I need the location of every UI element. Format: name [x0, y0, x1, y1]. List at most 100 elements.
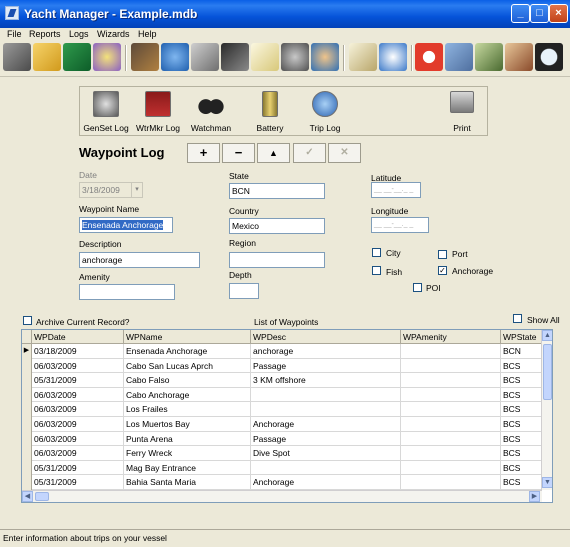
- table-row[interactable]: 06/03/2009 Los Frailes BCS: [22, 402, 542, 417]
- cell-wpdesc[interactable]: Anchorage: [251, 475, 401, 490]
- vertical-scrollbar[interactable]: ▲ ▼: [541, 330, 552, 490]
- menu-reports[interactable]: Reports: [27, 28, 63, 41]
- cell-wpdate[interactable]: 05/31/2009: [32, 460, 124, 476]
- cell-wpstate[interactable]: BCS: [501, 460, 542, 476]
- column-header-wpdesc[interactable]: WPDesc: [251, 330, 401, 344]
- state-field[interactable]: BCN: [229, 183, 325, 199]
- cell-wpamenity[interactable]: [401, 373, 501, 388]
- star-icon[interactable]: [93, 43, 121, 71]
- column-header-wpstate[interactable]: WPState: [501, 330, 542, 344]
- folder-icon[interactable]: [33, 43, 61, 71]
- menu-wizards[interactable]: Wizards: [95, 28, 132, 41]
- scroll-right-icon[interactable]: ▶: [529, 491, 540, 502]
- cell-wpstate[interactable]: BCS: [501, 402, 542, 417]
- cell-wpamenity[interactable]: [401, 358, 501, 374]
- anchorage-checkbox[interactable]: ✓: [438, 266, 447, 275]
- menu-file[interactable]: File: [5, 28, 24, 41]
- move-up-button[interactable]: ▲: [257, 143, 290, 163]
- row-selector[interactable]: [22, 431, 32, 447]
- cell-wpstate[interactable]: BCS: [501, 358, 542, 374]
- engine-icon[interactable]: [281, 43, 309, 71]
- row-selector[interactable]: [22, 417, 32, 432]
- cell-wpname[interactable]: Los Muertos Bay: [124, 417, 251, 432]
- chevron-down-icon[interactable]: ▾: [131, 183, 142, 197]
- table-row[interactable]: ▶ 03/18/2009 Ensenada Anchorage anchorage BC…: [22, 344, 542, 359]
- cell-wpdate[interactable]: 06/03/2009: [32, 417, 124, 432]
- table-row[interactable]: 05/31/2009 Mag Bay Entrance BCS: [22, 460, 542, 476]
- watchman-button[interactable]: Watchman: [186, 89, 236, 135]
- cell-wpname[interactable]: Ferry Wreck: [124, 446, 251, 461]
- cell-wpamenity[interactable]: [401, 387, 501, 403]
- cell-wpdesc[interactable]: anchorage: [251, 344, 401, 359]
- row-selector[interactable]: [22, 402, 32, 417]
- region-field[interactable]: [229, 252, 325, 268]
- row-selector[interactable]: [22, 373, 32, 388]
- cell-wpname[interactable]: Cabo San Lucas Aprch: [124, 358, 251, 374]
- poi-checkbox[interactable]: [413, 283, 422, 292]
- port-checkbox[interactable]: [438, 250, 447, 259]
- cell-wpamenity[interactable]: [401, 417, 501, 432]
- table-row[interactable]: 05/31/2009 Cabo Falso 3 KM offshore BCS: [22, 373, 542, 388]
- table-row[interactable]: 06/03/2009 Cabo San Lucas Aprch Passage BCS: [22, 358, 542, 374]
- description-field[interactable]: anchorage: [79, 252, 200, 268]
- fish-checkbox[interactable]: [372, 266, 381, 275]
- row-selector[interactable]: [22, 358, 32, 374]
- cell-wpstate[interactable]: BCS: [501, 417, 542, 432]
- menu-help[interactable]: Help: [136, 28, 159, 41]
- people-icon[interactable]: [311, 43, 339, 71]
- minimize-button[interactable]: _: [511, 4, 530, 23]
- column-header-wpdate[interactable]: WPDate: [32, 330, 124, 344]
- cell-wpstate[interactable]: BCS: [501, 475, 542, 490]
- cell-wpdate[interactable]: 06/03/2009: [32, 387, 124, 403]
- delete-record-button[interactable]: −: [222, 143, 255, 163]
- cell-wpamenity[interactable]: [401, 475, 501, 490]
- cell-wpname[interactable]: Los Frailes: [124, 402, 251, 417]
- waypoint-name-field[interactable]: Ensenada Anchorage: [79, 217, 173, 233]
- cell-wpname[interactable]: Punta Arena: [124, 431, 251, 447]
- save-icon[interactable]: [63, 43, 91, 71]
- table-row[interactable]: 06/03/2009 Punta Arena Passage BCS: [22, 431, 542, 447]
- scroll-left-icon[interactable]: ◀: [22, 491, 33, 502]
- lifebuoy-icon[interactable]: [415, 43, 443, 71]
- cell-wpdate[interactable]: 06/03/2009: [32, 446, 124, 461]
- cell-wpstate[interactable]: BCS: [501, 387, 542, 403]
- tools-icon[interactable]: [191, 43, 219, 71]
- horizontal-scrollbar[interactable]: ◀ ▶: [22, 490, 542, 502]
- genset-log-button[interactable]: GenSet Log: [82, 89, 130, 135]
- show-all-checkbox[interactable]: [513, 314, 522, 323]
- table-row[interactable]: 06/03/2009 Los Muertos Bay Anchorage BCS: [22, 417, 542, 432]
- cell-wpdate[interactable]: 03/18/2009: [32, 344, 124, 359]
- add-record-button[interactable]: +: [187, 143, 220, 163]
- trip-log-button[interactable]: Trip Log: [303, 89, 347, 135]
- depth-field[interactable]: [229, 283, 259, 299]
- scroll-thumb-horizontal[interactable]: [35, 492, 49, 501]
- cell-wpname[interactable]: Ensenada Anchorage: [124, 344, 251, 359]
- cell-wpamenity[interactable]: [401, 460, 501, 476]
- clipboard-icon[interactable]: [349, 43, 377, 71]
- magnifier-icon[interactable]: [535, 43, 563, 71]
- book-icon[interactable]: [3, 43, 31, 71]
- cell-wpdesc[interactable]: Passage: [251, 358, 401, 374]
- save-record-button[interactable]: ✓: [293, 143, 326, 163]
- battery-button[interactable]: Battery: [248, 89, 292, 135]
- cell-wpamenity[interactable]: [401, 344, 501, 359]
- table-row[interactable]: 05/31/2009 Bahia Santa Maria Anchorage BCS: [22, 475, 542, 490]
- cell-wpdate[interactable]: 05/31/2009: [32, 475, 124, 490]
- column-header-wpname[interactable]: WPName: [124, 330, 251, 344]
- row-selector[interactable]: [22, 446, 32, 461]
- cell-wpamenity[interactable]: [401, 402, 501, 417]
- cell-wpdesc[interactable]: Passage: [251, 431, 401, 447]
- brush-icon[interactable]: [131, 43, 159, 71]
- latitude-field[interactable]: __ __-__._ _: [371, 182, 421, 198]
- column-header-wpamenity[interactable]: WPAmenity: [401, 330, 501, 344]
- row-selector[interactable]: ▶: [22, 344, 32, 359]
- archive-checkbox[interactable]: [23, 316, 32, 325]
- scroll-up-icon[interactable]: ▲: [542, 330, 552, 341]
- cell-wpname[interactable]: Bahia Santa Maria: [124, 475, 251, 490]
- menu-logs[interactable]: Logs: [67, 28, 91, 41]
- table-row[interactable]: 06/03/2009 Cabo Anchorage BCS: [22, 387, 542, 403]
- printer-icon[interactable]: [445, 43, 473, 71]
- cell-wpdesc[interactable]: Dive Spot: [251, 446, 401, 461]
- row-selector[interactable]: [22, 387, 32, 403]
- scroll-down-icon[interactable]: ▼: [542, 477, 552, 488]
